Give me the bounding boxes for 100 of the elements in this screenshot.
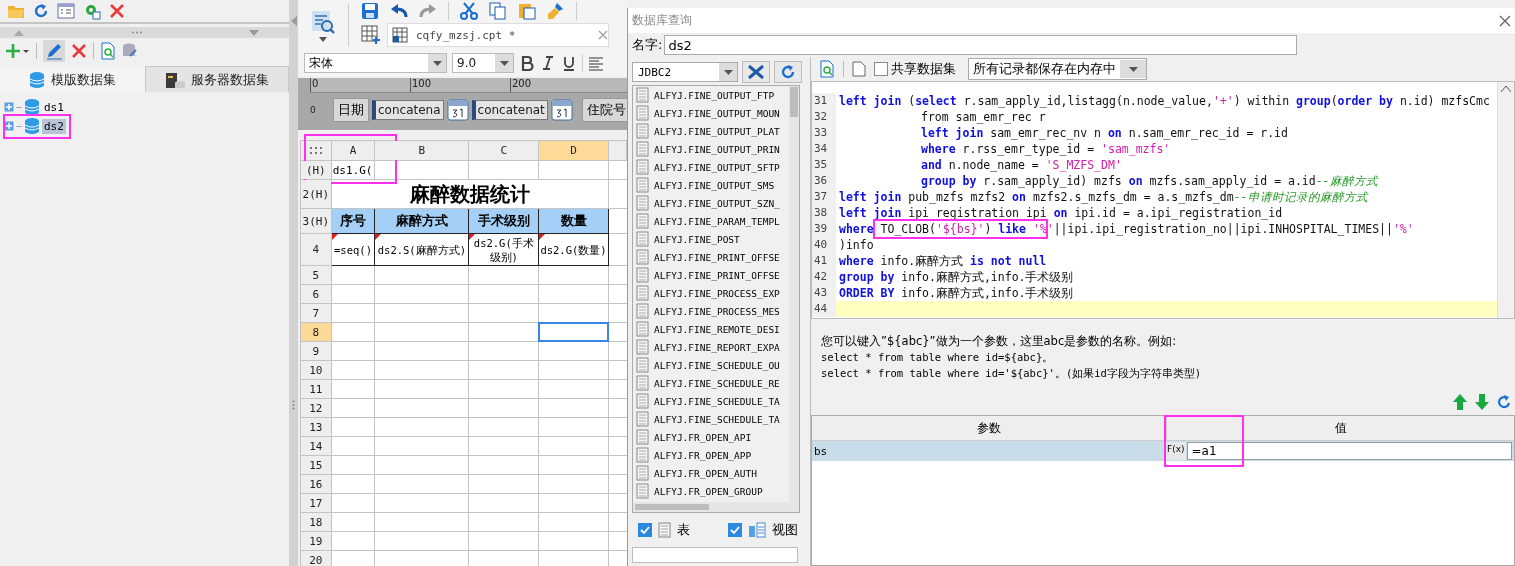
scrollbar-thumb[interactable] [635, 504, 709, 510]
splitter-grip-icon[interactable] [292, 400, 295, 410]
row-header[interactable]: 4 [300, 233, 332, 266]
font-size-select[interactable]: 9.0 [452, 53, 514, 73]
checkbox[interactable] [874, 62, 888, 76]
table-item[interactable]: ALFYJ.FINE_PROCESS_MES [654, 305, 780, 317]
column-header[interactable]: D [538, 140, 609, 161]
preview-icon[interactable] [310, 8, 336, 35]
value-field[interactable]: =a1 [1186, 442, 1512, 460]
column-header[interactable]: A [331, 140, 375, 161]
calendar-icon[interactable] [446, 99, 469, 121]
dataset-item[interactable]: ds1 [42, 99, 66, 115]
checkbox[interactable] [728, 523, 742, 537]
table-item[interactable]: ALFYJ.FINE_PRINT_OFFSE [654, 269, 780, 281]
caret-icon[interactable] [319, 36, 327, 42]
table-icon [636, 321, 649, 337]
copy-icon[interactable] [489, 2, 507, 20]
calendar-icon[interactable] [550, 99, 573, 121]
refresh-button[interactable] [774, 61, 802, 83]
refresh-icon[interactable] [33, 3, 49, 19]
dataset-tab[interactable]: 服务器数据集 [144, 66, 289, 92]
window-icon[interactable] [57, 3, 75, 19]
add-icon[interactable] [6, 43, 30, 59]
row-header[interactable]: 3(H) [300, 208, 332, 234]
table-item[interactable]: ALFYJ.FINE_OUTPUT_MOUN [654, 107, 780, 119]
align-left-icon[interactable] [588, 55, 604, 71]
table-item[interactable]: ALFYJ.FINE_OUTPUT_SZN_ [654, 197, 780, 209]
table-icon [636, 339, 649, 355]
code-line: and n.node_name = 'S_MZFS_DM' [920, 158, 1122, 172]
table-item[interactable]: ALFYJ.FINE_PRINT_OFFSE [654, 251, 780, 263]
new-sheet-icon[interactable] [361, 25, 381, 45]
dataset-tab[interactable]: 模版数据集 [0, 66, 145, 92]
table-item[interactable]: ALFYJ.FINE_OUTPUT_SMS [654, 179, 775, 191]
table-item[interactable]: ALFYJ.FR_OPEN_GROUP [654, 485, 763, 497]
move-down-icon[interactable] [1475, 394, 1489, 410]
table-item[interactable]: ALFYJ.FR_OPEN_AUTH [654, 467, 757, 479]
table-item[interactable]: ALFYJ.FINE_SCHEDULE_TA [654, 413, 780, 425]
move-up-icon[interactable] [1453, 394, 1467, 410]
font-select[interactable]: 宋体 [304, 53, 447, 73]
code-line: left join (select r.sam_apply_id,listagg(n.node_value,'+') within group(order by n.id) mzfsCmc [839, 94, 1490, 108]
connection-select[interactable]: JDBC2 [632, 62, 738, 82]
table-item[interactable]: ALFYJ.FINE_OUTPUT_PLAT [654, 125, 780, 137]
table-item[interactable]: ALFYJ.FINE_REMOTE_DESI [654, 323, 780, 335]
expand-icon[interactable] [4, 121, 14, 131]
underline-icon[interactable] [561, 55, 577, 71]
page-icon[interactable] [852, 61, 866, 77]
paste-icon[interactable] [518, 2, 536, 20]
name-field[interactable]: ds2 [664, 35, 1298, 55]
dataset-item[interactable]: ds2 [42, 118, 66, 134]
table-item[interactable]: ALFYJ.FR_OPEN_APP [654, 449, 752, 461]
save-icon[interactable] [361, 2, 379, 20]
parameter-name: bs [813, 444, 829, 458]
preview-icon[interactable] [100, 42, 116, 60]
code-line: left join sam_emr_rec_nv n on n.sam_emr_rec_id = r.id [920, 126, 1288, 140]
date-field[interactable]: concatenat [471, 100, 548, 120]
delete-icon[interactable] [71, 43, 87, 59]
text-field[interactable] [632, 547, 798, 563]
collapse-down-icon[interactable] [249, 29, 259, 36]
table-icon [636, 303, 649, 319]
bold-icon[interactable] [519, 55, 535, 71]
select-all-icon[interactable] [309, 146, 322, 155]
file-tab[interactable]: cqfy_mzsj.cpt * [387, 23, 609, 47]
pencil-icon[interactable] [45, 42, 63, 60]
connection-settings-button[interactable] [742, 61, 770, 83]
scrollbar-thumb[interactable] [790, 87, 798, 117]
refresh-icon[interactable] [1497, 394, 1511, 410]
table-icon [636, 159, 649, 175]
table-item[interactable]: ALFYJ.FINE_OUTPUT_FTP [654, 89, 775, 101]
checkbox-label: 表 [677, 521, 690, 539]
table-item[interactable]: ALFYJ.FINE_SCHEDULE_TA [654, 395, 780, 407]
brush-icon[interactable] [547, 2, 565, 20]
drag-handle-icon[interactable] [131, 31, 142, 34]
table-icon [636, 231, 649, 247]
table-item[interactable]: ALFYJ.FINE_REPORT_EXPA [654, 341, 780, 353]
column-header[interactable]: C [468, 140, 539, 161]
table-item[interactable]: ALFYJ.FINE_OUTPUT_SFTP [654, 161, 780, 173]
row-header[interactable]: 2(H) [300, 179, 332, 209]
undo-icon[interactable] [390, 3, 408, 19]
cut-icon[interactable] [460, 2, 478, 20]
selected-cell[interactable] [538, 322, 609, 342]
table-item[interactable]: ALFYJ.FINE_PARAM_TEMPL [654, 215, 780, 227]
redo-icon[interactable] [419, 3, 437, 19]
close-icon[interactable] [1499, 14, 1511, 27]
table-item[interactable]: ALFYJ.FINE_PROCESS_EXP [654, 287, 780, 299]
code-line: group by info.麻醉方式,info.手术级别 [839, 269, 1074, 285]
italic-icon[interactable] [540, 55, 556, 71]
table-item[interactable]: ALFYJ.FINE_POST [654, 233, 740, 245]
checkbox[interactable] [638, 523, 652, 537]
preview-icon[interactable] [819, 60, 835, 78]
column-header[interactable]: B [374, 140, 469, 161]
expand-icon[interactable] [4, 102, 14, 112]
close-icon[interactable] [109, 3, 125, 19]
table-item[interactable]: ALFYJ.FINE_OUTPUT_PRIN [654, 143, 780, 155]
table-item[interactable]: ALFYJ.FR_OPEN_API [654, 431, 752, 443]
storage-mode-select[interactable]: 所有记录都保存在内存中 [968, 58, 1147, 80]
table-item[interactable]: ALFYJ.FINE_SCHEDULE_RE [654, 377, 780, 389]
formula-button[interactable]: F(x) [1166, 442, 1186, 460]
scroll-up-icon[interactable] [1501, 86, 1511, 92]
date-field[interactable]: concatena [372, 100, 444, 120]
table-item[interactable]: ALFYJ.FINE_SCHEDULE_OU [654, 359, 780, 371]
